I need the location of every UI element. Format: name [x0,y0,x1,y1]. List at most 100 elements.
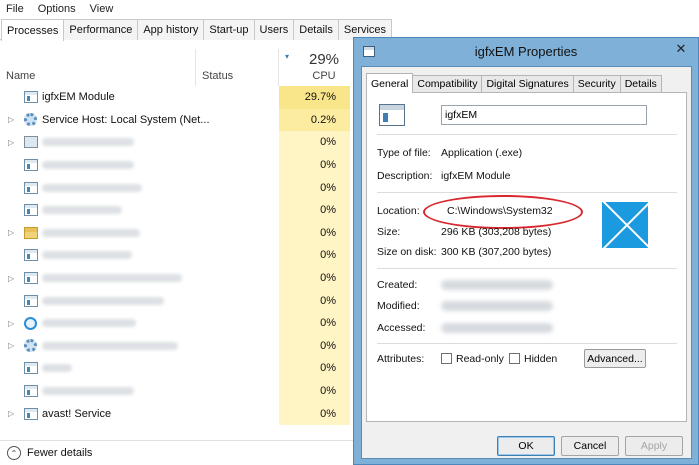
table-row[interactable]: 0% [0,153,360,177]
table-row[interactable]: igfxEM Module 29.7% [0,86,360,109]
column-name[interactable]: Name [6,70,35,82]
attributes-label: Attributes: [377,353,425,365]
readonly-checkbox[interactable] [441,353,452,364]
cpu-value: 0% [279,153,350,177]
description-label: Description: [377,170,433,182]
process-name-redacted [42,228,140,237]
table-row[interactable]: 0% [0,357,360,380]
type-of-file-label: Type of file: [377,147,431,159]
process-name-redacted [42,341,178,350]
menu-bar: File Options View [0,0,699,18]
column-status[interactable]: Status [202,70,233,82]
table-row[interactable]: ▷ 0% [0,131,360,154]
close-button[interactable]: ✕ [670,40,692,58]
chevron-right-icon[interactable]: ▷ [8,341,14,350]
description-value: igfxEM Module [441,170,511,182]
gear-icon [24,339,37,353]
window-icon [24,362,38,375]
process-name-redacted [42,274,182,283]
type-of-file-value: Application (.exe) [441,147,523,159]
tab-digital-signatures[interactable]: Digital Signatures [481,75,574,92]
hidden-label: Hidden [524,353,558,365]
chevron-right-icon[interactable]: ▷ [8,274,14,283]
size-value: 296 KB (303,208 bytes) [441,226,552,238]
chevron-right-icon[interactable]: ▷ [8,115,14,124]
dialog-titlebar[interactable]: igfxEM Properties ✕ [354,38,698,65]
table-row[interactable]: ▷ avast! Service 0% [0,402,360,425]
window-icon [24,249,38,262]
process-name-redacted [42,206,122,215]
divider [377,134,677,135]
window-icon [24,294,38,307]
cpu-value: 0% [279,357,350,380]
process-name-redacted [42,319,136,328]
cpu-value: 0.2% [279,108,350,132]
tab-app-history[interactable]: App history [137,19,205,40]
tab-details[interactable]: Details [293,19,339,40]
tab-general[interactable]: General [366,73,414,93]
fewer-details-toggle[interactable]: ⌃ Fewer details [0,441,360,465]
tab-users[interactable]: Users [253,19,295,40]
window-icon [24,91,38,104]
fewer-details-label[interactable]: Fewer details [27,447,92,459]
table-row[interactable]: 0% [0,289,360,312]
dialog-title: igfxEM Properties [474,44,578,59]
divider [377,343,677,344]
chevron-right-icon[interactable]: ▷ [8,228,14,237]
process-name-redacted [42,364,72,373]
cpu-value: 0% [279,379,350,403]
apply-button[interactable]: Apply [625,436,683,456]
table-row[interactable]: ▷ Service Host: Local System (Net... 0.2% [0,108,360,132]
tab-compatibility[interactable]: Compatibility [412,75,483,92]
cpu-value: 0% [279,289,350,312]
tab-start-up[interactable]: Start-up [203,19,255,40]
size-on-disk-label: Size on disk: [377,246,437,258]
tab-performance[interactable]: Performance [63,19,139,40]
window-icon [24,272,38,285]
tab-security[interactable]: Security [572,75,621,92]
process-name: avast! Service [42,407,112,420]
tab-processes[interactable]: Processes [1,19,65,41]
file-name-field[interactable]: igfxEM [441,105,647,125]
ok-button[interactable]: OK [497,436,555,456]
chevron-up-icon: ⌃ [7,446,21,460]
table-row[interactable]: ▷ 0% [0,266,360,290]
menu-view[interactable]: View [90,3,114,15]
table-row[interactable]: ▷ 0% [0,334,360,358]
column-cpu[interactable]: CPU [300,70,348,82]
table-row[interactable]: ▷ 0% [0,221,360,245]
hidden-checkbox[interactable] [509,353,520,364]
menu-options[interactable]: Options [38,3,76,15]
table-row[interactable]: ▷ 0% [0,311,360,335]
divider [377,268,677,269]
tab-details[interactable]: Details [619,75,662,92]
accessed-value-redacted [441,323,553,333]
menu-file[interactable]: File [6,3,24,15]
readonly-label: Read-only [456,353,504,365]
table-row[interactable]: 0% [0,198,360,222]
cpu-value: 0% [279,244,350,267]
divider [377,192,677,193]
column-divider [195,49,196,86]
process-name-redacted [42,296,164,305]
network-icon [24,136,38,149]
process-list: igfxEM Module 29.7% ▷ Service Host: Local S… [0,86,360,425]
table-row[interactable]: 0% [0,379,360,403]
cpu-value: 0% [279,334,350,358]
created-value-redacted [441,280,553,290]
process-name-redacted [42,183,142,192]
column-header: Name Status ▾ 29% CPU [0,40,360,86]
table-row[interactable]: 0% [0,176,360,199]
advanced-button[interactable]: Advanced... [584,349,646,368]
chevron-right-icon[interactable]: ▷ [8,409,14,418]
cancel-button[interactable]: Cancel [561,436,619,456]
cpu-value: 0% [279,198,350,222]
gear-icon [24,113,37,127]
cpu-value: 0% [279,131,350,154]
process-name-redacted [42,387,134,396]
table-row[interactable]: 0% [0,244,360,267]
cpu-value: 0% [279,266,350,290]
chevron-right-icon[interactable]: ▷ [8,138,14,147]
chevron-right-icon[interactable]: ▷ [8,319,14,328]
window-icon [24,407,38,420]
